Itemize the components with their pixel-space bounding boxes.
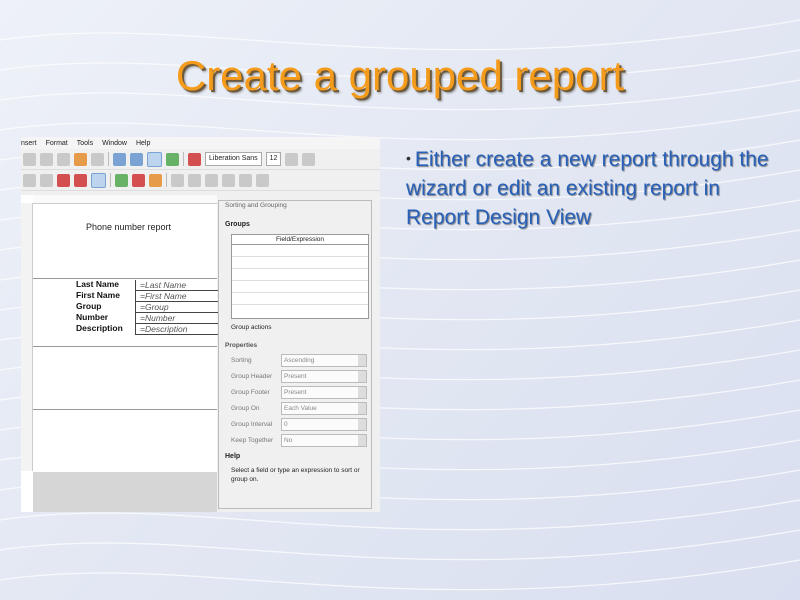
property-select[interactable]: No xyxy=(281,433,367,447)
property-group-on: Group On Each Value xyxy=(231,401,371,415)
menu-format[interactable]: Format xyxy=(46,140,68,147)
help-text: Select a field or type an expression to … xyxy=(231,467,360,483)
property-label: Group Header xyxy=(231,372,273,380)
property-sorting: Sorting Ascending xyxy=(231,353,371,367)
redo-icon[interactable] xyxy=(91,152,104,166)
menu-window[interactable]: Window xyxy=(102,140,127,147)
properties-heading: Properties xyxy=(225,342,258,349)
font-name-box[interactable]: Liberation Sans xyxy=(205,152,262,166)
group-row[interactable] xyxy=(232,293,368,305)
help-heading: Help xyxy=(225,453,241,460)
menu-bar: nsert Format Tools Window Help xyxy=(21,137,380,149)
select-icon[interactable] xyxy=(91,172,106,188)
label-last-name[interactable]: Last Name xyxy=(76,279,119,289)
slide-title: Create a grouped report xyxy=(175,52,625,99)
bullet-text: Either create a new report through the w… xyxy=(406,148,769,229)
property-label: Group On xyxy=(231,404,260,412)
group-row[interactable] xyxy=(232,257,368,269)
navigator-icon[interactable] xyxy=(166,152,179,166)
property-group-header: Group Header Present xyxy=(231,369,371,383)
text-box-icon[interactable] xyxy=(40,173,53,187)
field-description[interactable]: =Description xyxy=(135,324,219,335)
font-size-box[interactable]: 12 xyxy=(265,152,282,166)
font-grow-icon[interactable] xyxy=(285,152,299,166)
label-icon[interactable] xyxy=(23,173,36,187)
groups-table[interactable]: Field/Expression xyxy=(231,234,369,319)
toolbar-standard: Liberation Sans 12 xyxy=(21,149,380,170)
property-label: Sorting xyxy=(231,356,252,364)
copy-icon[interactable] xyxy=(40,152,53,166)
align-center-icon[interactable] xyxy=(132,173,145,187)
property-label: Group Interval xyxy=(231,420,273,428)
design-background xyxy=(33,472,217,512)
align-left-icon[interactable] xyxy=(115,173,128,187)
label-first-name[interactable]: First Name xyxy=(76,290,120,300)
report-designer-screenshot: nsert Format Tools Window Help Liberatio… xyxy=(21,137,380,512)
property-group-interval: Group Interval 0 xyxy=(231,417,371,431)
menu-tools[interactable]: Tools xyxy=(77,140,93,147)
property-select[interactable]: Present xyxy=(281,369,367,383)
property-keep-together: Keep Together No xyxy=(231,433,371,447)
bullet-icon: • xyxy=(406,150,411,166)
label-description[interactable]: Description xyxy=(76,323,123,333)
report-design-area[interactable]: Phone number report Last Name First Name… xyxy=(21,195,219,512)
groups-heading: Groups xyxy=(225,221,250,228)
toolbar-separator xyxy=(183,152,184,166)
group-row[interactable] xyxy=(232,245,368,257)
font-shrink-icon[interactable] xyxy=(302,152,316,166)
sorting-grouping-icon[interactable] xyxy=(147,151,162,167)
distribute-icon[interactable] xyxy=(222,173,235,187)
menu-insert[interactable]: nsert xyxy=(21,140,37,147)
group-row[interactable] xyxy=(232,281,368,293)
chart-icon[interactable] xyxy=(74,173,87,187)
sorting-grouping-panel: Sorting and Grouping Groups Field/Expres… xyxy=(218,200,372,509)
add-field-icon[interactable] xyxy=(130,152,143,166)
field-first-name[interactable]: =First Name xyxy=(135,291,219,302)
resize-icon[interactable] xyxy=(239,173,252,187)
toolbar-separator xyxy=(166,173,167,187)
label-group[interactable]: Group xyxy=(76,301,102,311)
property-select[interactable]: Present xyxy=(281,385,367,399)
bullet-point: • Either create a new report through the … xyxy=(406,144,776,232)
menu-help[interactable]: Help xyxy=(136,140,150,147)
paste-icon[interactable] xyxy=(57,152,70,166)
group-actions-label: Group actions xyxy=(231,324,272,331)
property-spinner[interactable]: 0 xyxy=(281,417,367,431)
field-last-name[interactable]: =Last Name xyxy=(135,280,219,291)
field-expression-header: Field/Expression xyxy=(232,235,368,245)
field-group[interactable]: =Group xyxy=(135,302,219,313)
align-bottom-icon[interactable] xyxy=(205,173,218,187)
property-select[interactable]: Each Value xyxy=(281,401,367,415)
toolbar-separator xyxy=(108,152,109,166)
align-right-icon[interactable] xyxy=(149,173,162,187)
toolbar-formatting xyxy=(21,170,380,191)
align-middle-icon[interactable] xyxy=(188,173,201,187)
page-header-section[interactable] xyxy=(33,203,217,279)
report-page-title[interactable]: Phone number report xyxy=(86,222,171,232)
label-number[interactable]: Number xyxy=(76,312,108,322)
section-icon[interactable] xyxy=(256,173,269,187)
field-number[interactable]: =Number xyxy=(135,313,219,324)
undo-icon[interactable] xyxy=(74,152,87,166)
image-icon[interactable] xyxy=(57,173,70,187)
property-label: Keep Together xyxy=(231,436,274,444)
align-top-icon[interactable] xyxy=(171,173,184,187)
property-label: Group Footer xyxy=(231,388,270,396)
group-row[interactable] xyxy=(232,269,368,281)
property-group-footer: Group Footer Present xyxy=(231,385,371,399)
panel-title: Sorting and Grouping xyxy=(225,202,287,209)
property-select[interactable]: Ascending xyxy=(281,353,367,367)
page-footer-section[interactable] xyxy=(33,347,217,410)
section-gutter xyxy=(21,203,33,471)
help-icon[interactable] xyxy=(188,152,201,166)
cut-icon[interactable] xyxy=(23,152,36,166)
toolbar-separator xyxy=(110,173,111,187)
page-header-icon[interactable] xyxy=(113,152,126,166)
